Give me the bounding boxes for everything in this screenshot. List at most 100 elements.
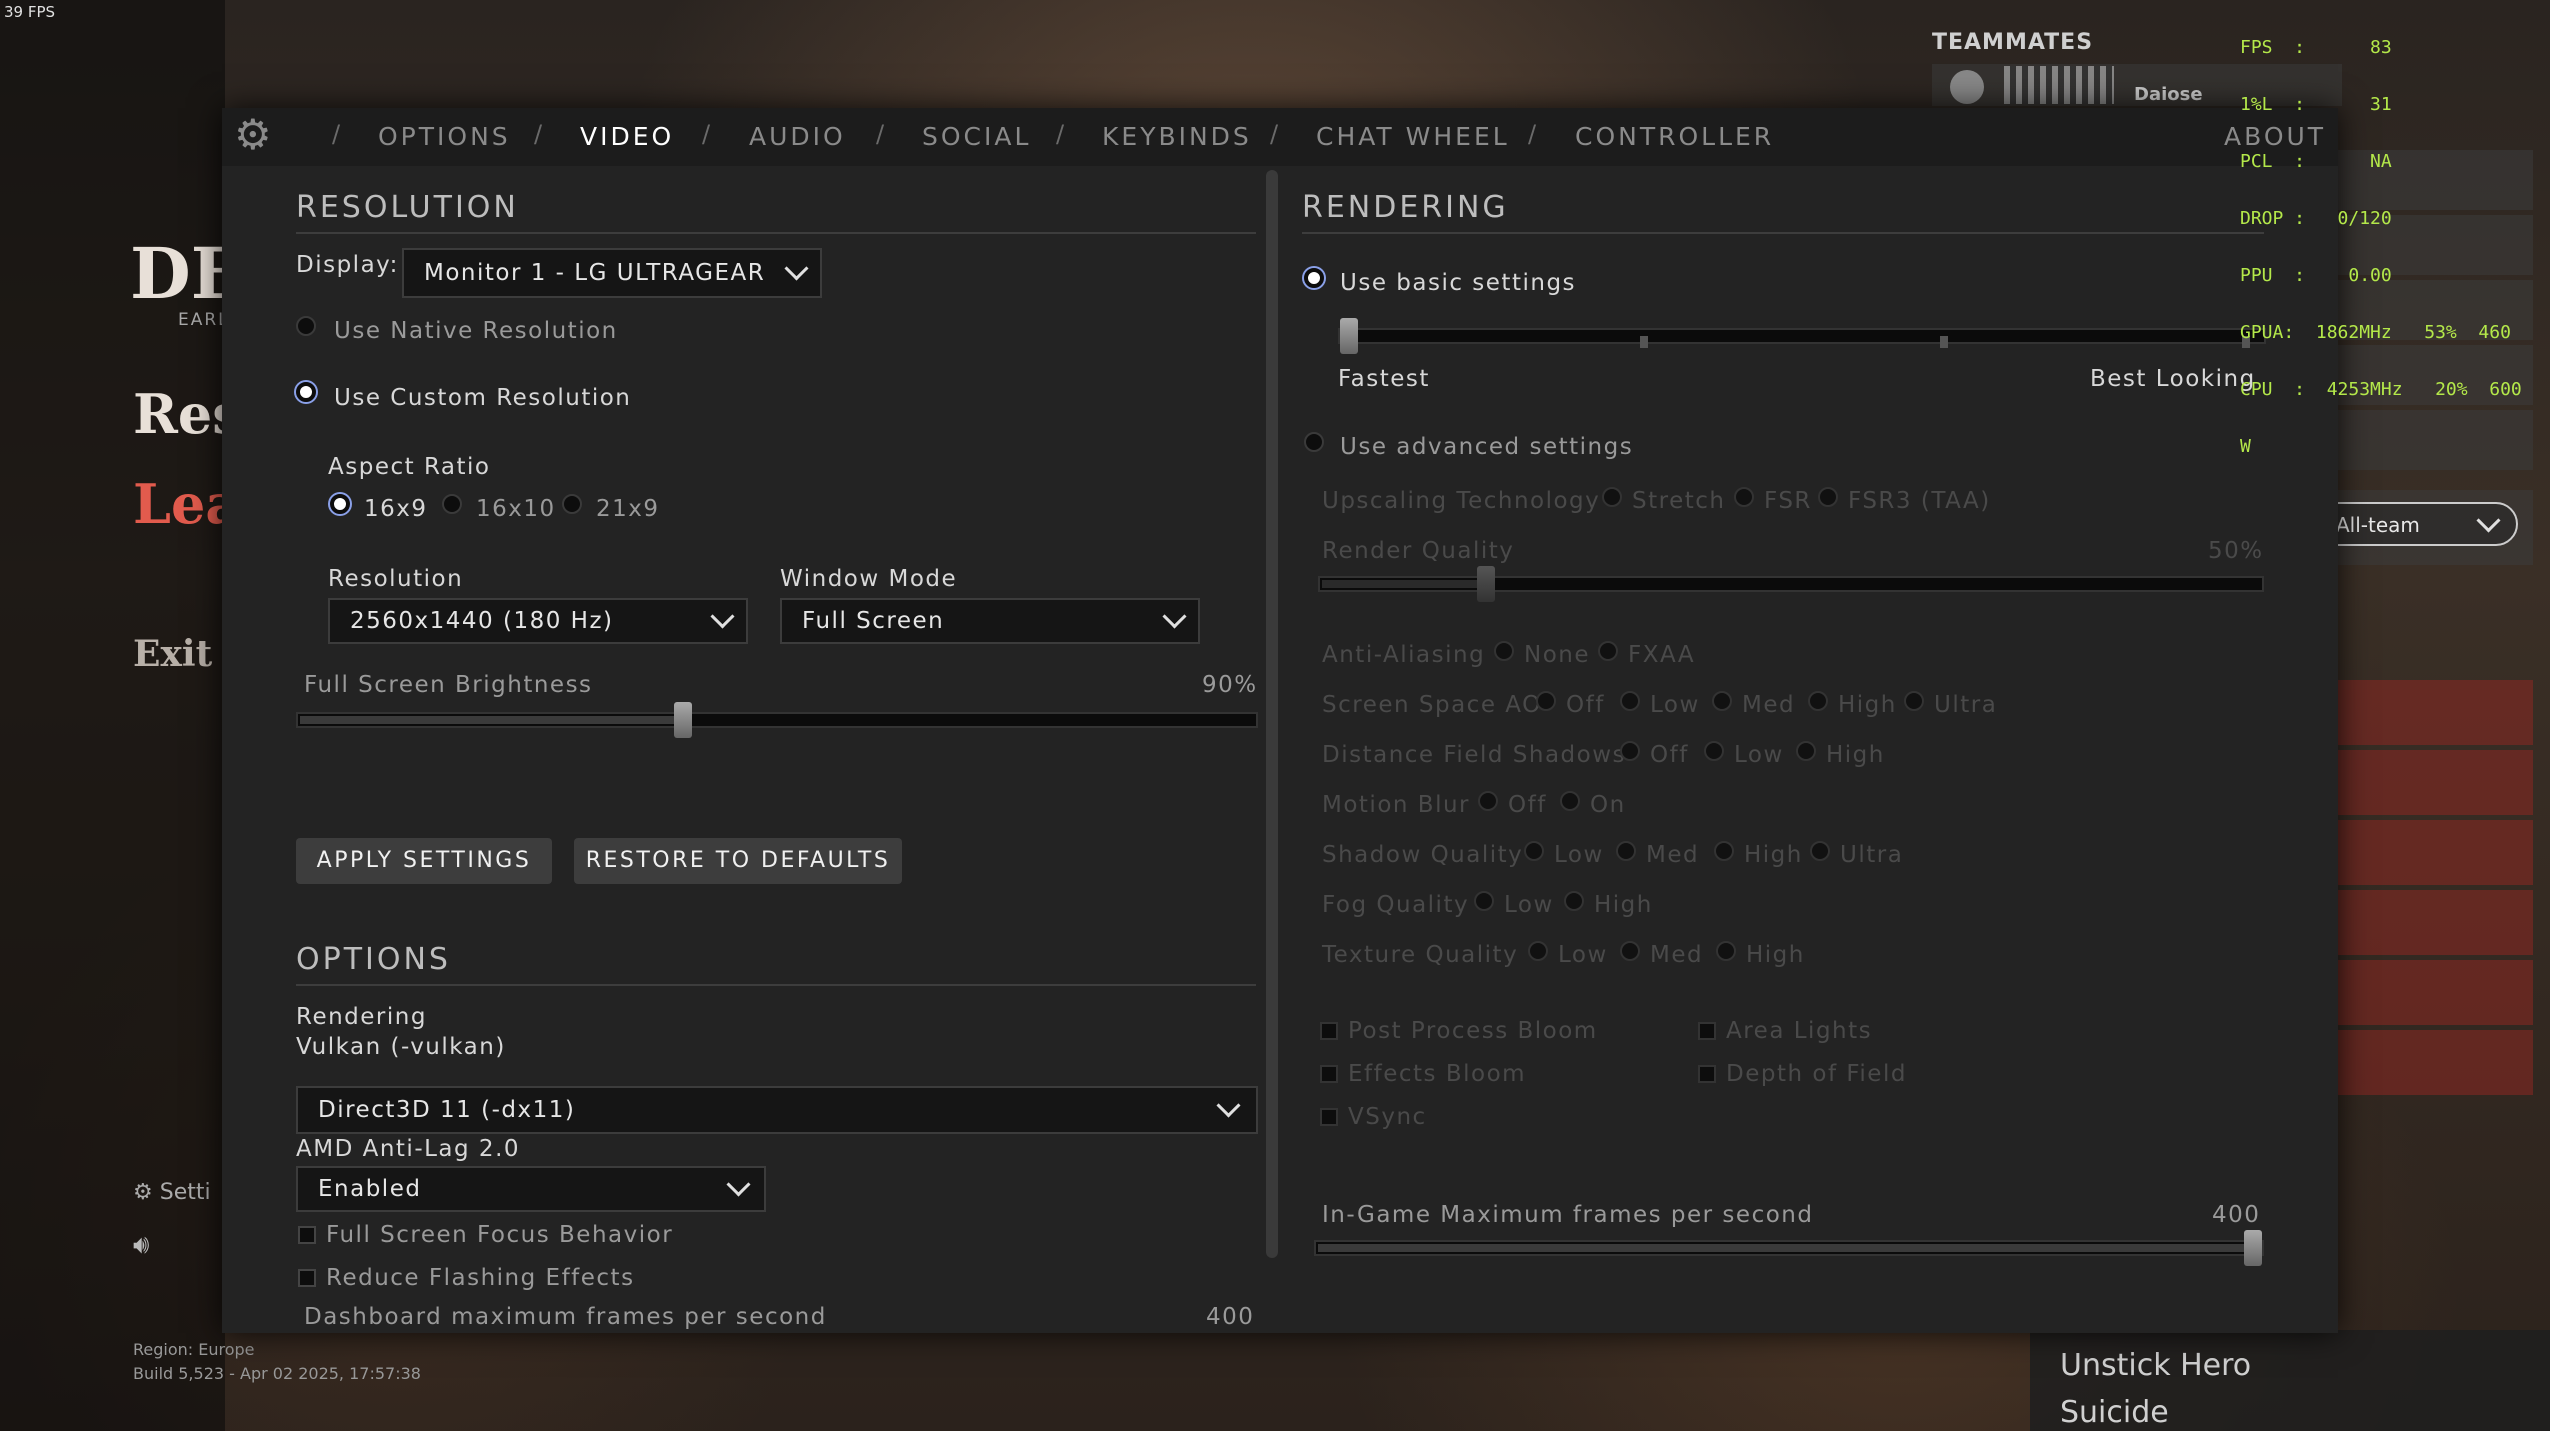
motion-blur-on-radio[interactable] bbox=[1560, 791, 1580, 811]
chat-channel-select[interactable]: All-team bbox=[2310, 502, 2518, 546]
display-select[interactable]: Monitor 1 - LG ULTRAGEAR bbox=[402, 248, 822, 298]
render-quality-slider[interactable] bbox=[1318, 566, 2264, 602]
texture-low-radio[interactable] bbox=[1528, 941, 1548, 961]
perf-line: GPUA: 1862MHz 53% 460 bbox=[2240, 322, 2511, 343]
tab-video[interactable]: VIDEO bbox=[580, 122, 674, 151]
custom-res-radio[interactable] bbox=[296, 382, 316, 402]
post-bloom-checkbox[interactable] bbox=[1320, 1022, 1338, 1040]
resolution-select[interactable]: 2560x1440 (180 Hz) bbox=[328, 598, 748, 644]
depth-of-field-checkbox[interactable] bbox=[1698, 1065, 1716, 1083]
effects-bloom-checkbox[interactable] bbox=[1320, 1065, 1338, 1083]
aa-fxaa-radio[interactable] bbox=[1598, 641, 1618, 661]
ingame-fps-slider[interactable] bbox=[1314, 1230, 2264, 1266]
native-res-radio[interactable] bbox=[296, 316, 316, 336]
advanced-settings-label: Use advanced settings bbox=[1340, 434, 1634, 460]
depth-of-field-label: Depth of Field bbox=[1726, 1061, 1907, 1087]
effects-bloom-label: Effects Bloom bbox=[1348, 1061, 1527, 1087]
window-mode-select[interactable]: Full Screen bbox=[780, 598, 1200, 644]
unstick-hero-item[interactable]: Unstick Hero bbox=[2060, 1348, 2251, 1383]
dashboard-fps-label: Dashboard maximum frames per second bbox=[304, 1304, 827, 1330]
display-label: Display: bbox=[296, 252, 399, 278]
brightness-thumb[interactable] bbox=[674, 702, 692, 738]
dfs-low-label: Low bbox=[1734, 742, 1784, 768]
upscaling-stretch-radio[interactable] bbox=[1602, 487, 1622, 507]
tab-audio[interactable]: AUDIO bbox=[749, 122, 846, 151]
render-quality-fill bbox=[1322, 580, 1479, 588]
hud-red-panel-4 bbox=[2338, 890, 2533, 955]
chat-channel-value: All-team bbox=[2336, 513, 2420, 537]
ssao-med-radio[interactable] bbox=[1712, 691, 1732, 711]
ssao-high-radio[interactable] bbox=[1808, 691, 1828, 711]
tab-social[interactable]: SOCIAL bbox=[922, 122, 1031, 151]
shadow-low-radio[interactable] bbox=[1524, 841, 1544, 861]
left-scrollbar[interactable] bbox=[1266, 170, 1278, 1258]
fog-high-radio[interactable] bbox=[1564, 891, 1584, 911]
tab-keybinds[interactable]: KEYBINDS bbox=[1102, 122, 1252, 151]
reduce-flashing-label: Reduce Flashing Effects bbox=[326, 1265, 635, 1291]
texture-high-radio[interactable] bbox=[1716, 941, 1736, 961]
antilag-label: AMD Anti-Lag 2.0 bbox=[296, 1136, 521, 1162]
advanced-settings-radio[interactable] bbox=[1304, 432, 1324, 452]
brightness-slider[interactable] bbox=[296, 702, 1258, 738]
perf-line: PCL : NA bbox=[2240, 151, 2392, 172]
upscaling-fsr-radio[interactable] bbox=[1734, 487, 1754, 507]
shadow-label: Shadow Quality bbox=[1322, 842, 1524, 868]
left-clip: Dashboard maximum frames per second 400 bbox=[222, 1298, 1262, 1333]
ssao-low-radio[interactable] bbox=[1620, 691, 1640, 711]
vsync-checkbox[interactable] bbox=[1320, 1108, 1338, 1126]
apply-settings-button[interactable]: APPLY SETTINGS bbox=[296, 838, 552, 884]
antilag-select[interactable]: Enabled bbox=[296, 1166, 766, 1212]
basic-settings-radio[interactable] bbox=[1304, 268, 1324, 288]
hud-red-panel-5 bbox=[2338, 960, 2533, 1025]
aspect-16x9-radio[interactable] bbox=[330, 494, 350, 514]
upscaling-fsr3-radio[interactable] bbox=[1818, 487, 1838, 507]
area-lights-checkbox[interactable] bbox=[1698, 1022, 1716, 1040]
perf-overlay: FPS : 83 1%L : 31 PCL : NA DROP : 0/120 … bbox=[2240, 0, 2522, 475]
dfs-low-radio[interactable] bbox=[1704, 741, 1724, 761]
fog-low-radio[interactable] bbox=[1474, 891, 1494, 911]
speaker-icon[interactable]: 🔊︎ bbox=[133, 1230, 149, 1261]
aa-none-radio[interactable] bbox=[1494, 641, 1514, 661]
dfs-off-radio[interactable] bbox=[1620, 741, 1640, 761]
settings-menu-item[interactable]: ⚙ Setti bbox=[133, 1180, 211, 1205]
ssao-off-label: Off bbox=[1566, 692, 1605, 718]
tab-separator: / bbox=[1270, 120, 1279, 148]
tab-chat-wheel[interactable]: CHAT WHEEL bbox=[1316, 122, 1510, 151]
quality-thumb[interactable] bbox=[1340, 318, 1358, 354]
texture-med-radio[interactable] bbox=[1620, 941, 1640, 961]
reduce-flashing-checkbox[interactable] bbox=[298, 1269, 316, 1287]
shadow-high-radio[interactable] bbox=[1714, 841, 1734, 861]
aspect-16x9-label: 16x9 bbox=[364, 496, 428, 522]
dfs-high-radio[interactable] bbox=[1796, 741, 1816, 761]
aspect-16x10-label: 16x10 bbox=[476, 496, 556, 522]
rendering-api-select[interactable]: Direct3D 11 (-dx11) bbox=[296, 1086, 1258, 1134]
rendering-header: RENDERING bbox=[1302, 190, 1509, 225]
render-quality-thumb[interactable] bbox=[1477, 566, 1495, 602]
suicide-item[interactable]: Suicide bbox=[2060, 1395, 2169, 1430]
aa-fxaa-label: FXAA bbox=[1628, 642, 1696, 668]
divider bbox=[1302, 232, 2264, 234]
aspect-16x10-radio[interactable] bbox=[442, 494, 462, 514]
aspect-21x9-radio[interactable] bbox=[562, 494, 582, 514]
perf-line: PPU : 0.00 bbox=[2240, 265, 2392, 286]
shadow-med-radio[interactable] bbox=[1616, 841, 1636, 861]
motion-blur-off-radio[interactable] bbox=[1478, 791, 1498, 811]
rendering-label: Rendering bbox=[296, 1004, 427, 1030]
fog-low-label: Low bbox=[1504, 892, 1554, 918]
tab-separator: / bbox=[876, 120, 885, 148]
ssao-ultra-label: Ultra bbox=[1934, 692, 1998, 718]
ssao-off-radio[interactable] bbox=[1536, 691, 1556, 711]
shadow-ultra-radio[interactable] bbox=[1810, 841, 1830, 861]
restore-defaults-button[interactable]: RESTORE TO DEFAULTS bbox=[574, 838, 902, 884]
focus-behavior-checkbox[interactable] bbox=[298, 1226, 316, 1244]
teammate-name: Daiose bbox=[2134, 84, 2203, 105]
tab-options[interactable]: OPTIONS bbox=[378, 122, 511, 151]
native-res-label: Use Native Resolution bbox=[334, 318, 618, 344]
restore-defaults-label: RESTORE TO DEFAULTS bbox=[585, 848, 891, 873]
quality-slider[interactable] bbox=[1338, 318, 2266, 354]
tab-controller[interactable]: CONTROLLER bbox=[1575, 122, 1774, 151]
ingame-fps-thumb[interactable] bbox=[2244, 1230, 2262, 1266]
ssao-ultra-radio[interactable] bbox=[1904, 691, 1924, 711]
render-quality-value: 50% bbox=[2208, 538, 2264, 564]
perf-line: W bbox=[2240, 436, 2251, 457]
